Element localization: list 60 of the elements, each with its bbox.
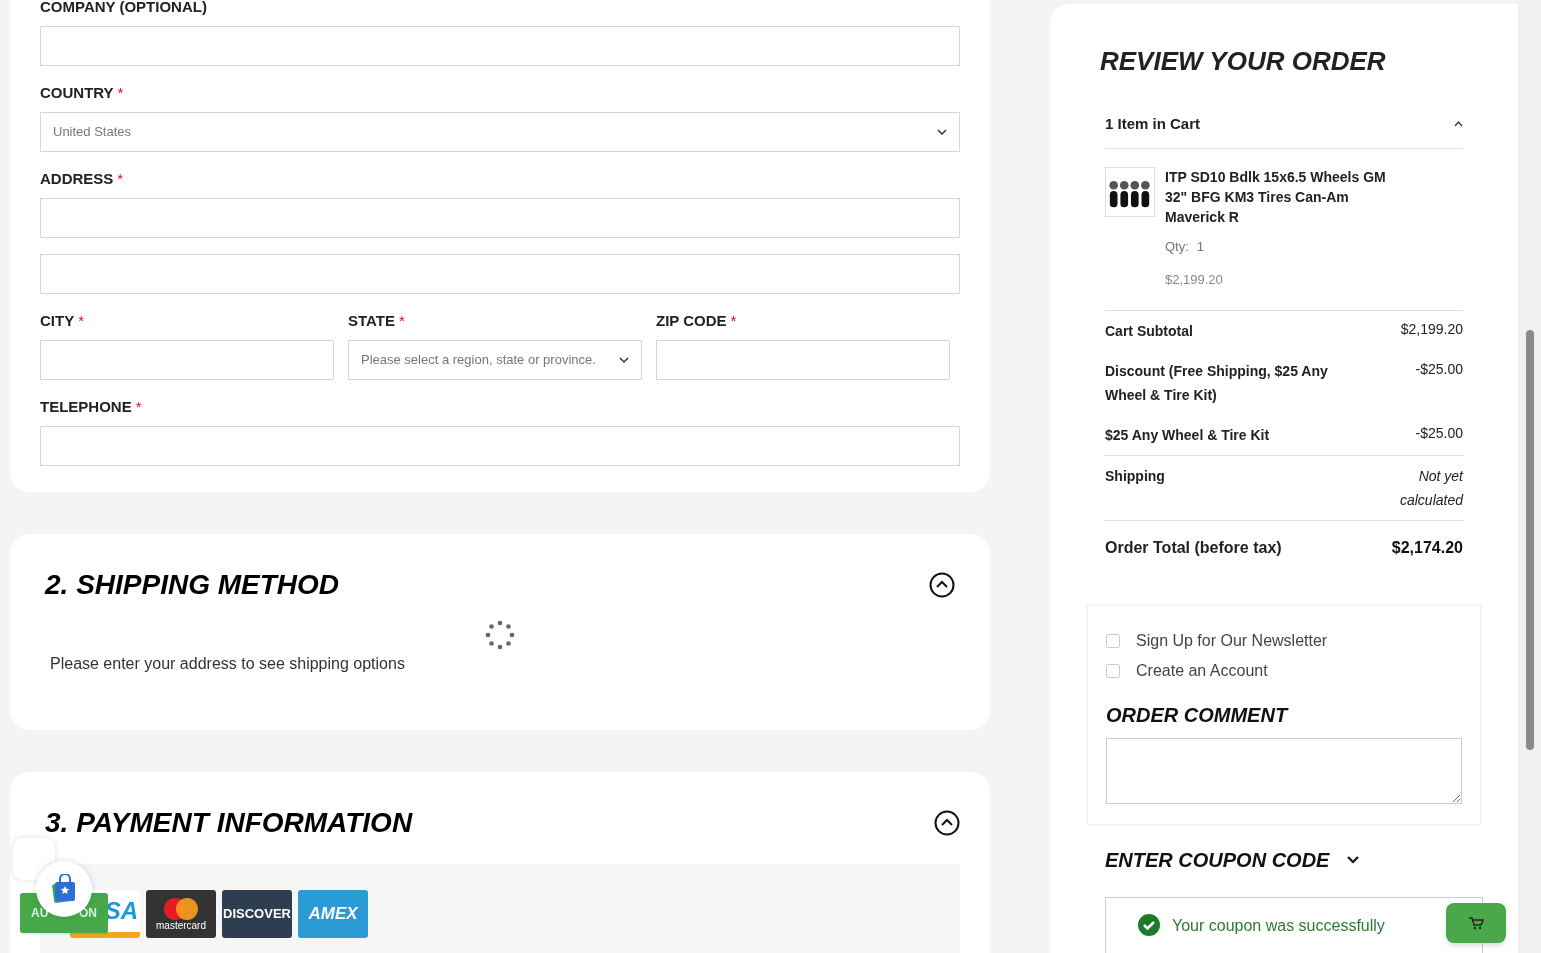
input-field[interactable] [656,340,950,380]
discover-logo: DISCOVER [222,890,292,938]
scrollbar-thumb[interactable] [1525,330,1534,750]
amex-logo: AMEX [298,890,368,938]
summary-label: Discount (Free Shipping, $25 Any Wheel & Tire Kit) [1105,361,1329,405]
cart-icon [1468,916,1484,930]
summary-value: -$25.00 [1415,359,1463,379]
checkbox[interactable] [1106,633,1120,648]
select-field[interactable]: Please select a region, state or province. [348,340,642,380]
check-circle-icon [1138,913,1160,936]
input-field[interactable] [40,254,960,294]
shipping-message: Please enter your address to see shipping options [50,654,406,674]
field-label: COUNTRY [40,82,114,103]
product-price: $2,199.20 [1165,271,1224,289]
field-label: TELEPHONE [40,396,132,417]
summary-label: Order Total (before tax) [1105,537,1282,558]
cart-toggle[interactable]: 1 Item in Cart [1105,113,1463,149]
required-mark: * [398,310,405,331]
required-mark: * [135,396,142,417]
mastercard-logo: mastercard [146,890,216,938]
field-label: CITY [40,310,75,331]
checkbox[interactable] [1106,663,1120,678]
summary-label: Shipping [1105,466,1166,486]
panel-title: REVIEW YOUR ORDER [1100,45,1387,78]
section-title: 2. SHIPPING METHOD [45,568,340,602]
select-field[interactable]: United States [40,112,960,152]
summary-value: $2,174.20 [1391,537,1463,558]
coupon-message: Your coupon was successfully [1172,915,1385,936]
summary-value: Not yet calculated [1398,466,1463,510]
required-mark: * [117,168,124,189]
cart-button[interactable] [1446,903,1506,943]
coupon-toggle[interactable]: ENTER COUPON CODE [1105,844,1463,875]
summary-label: Cart Subtotal [1105,321,1194,341]
field-label: COMPANY (OPTIONAL) [40,0,207,17]
chevron-up-circle-icon[interactable] [934,810,960,836]
qty-value: 1 [1196,237,1205,256]
checkbox-label[interactable]: Create an Account [1136,658,1268,683]
chevron-down-icon [937,128,947,136]
required-mark: * [730,310,737,331]
section-title: 3. PAYMENT INFORMATION [45,806,413,840]
field-label: ADDRESS [40,168,114,189]
input-field[interactable] [40,26,960,66]
comment-field[interactable] [1106,737,1462,804]
input-field[interactable] [40,426,960,466]
input-field[interactable] [40,198,960,238]
input-field[interactable] [40,340,334,380]
chevron-down-icon [619,356,629,364]
summary-value: $2,199.20 [1400,319,1463,339]
required-mark: * [117,82,124,103]
shopping-bag-icon [50,874,78,904]
chevron-up-circle-icon[interactable] [929,572,955,598]
qty-label: Qty: [1165,237,1189,256]
checkbox-label[interactable]: Sign Up for Our Newsletter [1136,628,1328,653]
product-name: ITP SD10 Bdlk 15x6.5 Wheels GM 32" BFG KM3 Tires Can-Am Maverick R [1165,167,1387,227]
required-mark: * [78,310,84,331]
section-title: ORDER COMMENT [1106,702,1290,728]
summary-label: $25 Any Wheel & Tire Kit [1105,425,1271,445]
field-label: STATE [348,310,395,331]
summary-value: -$25.00 [1415,423,1463,443]
field-label: ZIP CODE [656,310,727,331]
